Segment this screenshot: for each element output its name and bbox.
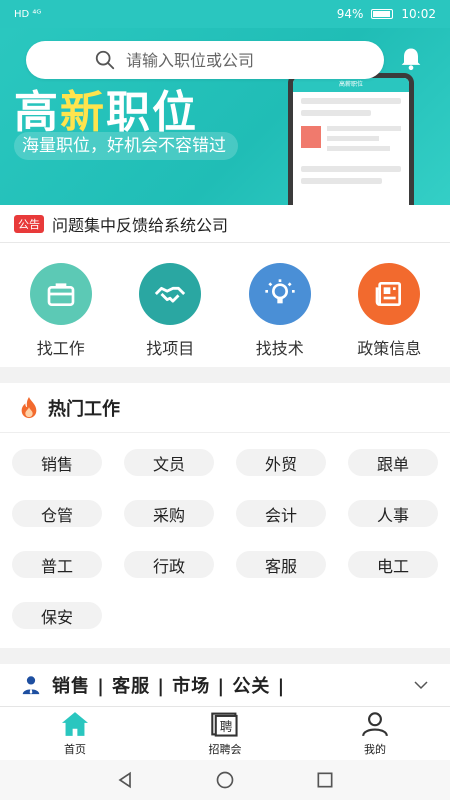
- bottom-nav: 首页 聘 招聘会 我的: [0, 706, 450, 760]
- job-tag[interactable]: 普工: [12, 551, 102, 578]
- newspaper-icon: [358, 263, 421, 325]
- bell-icon[interactable]: [397, 45, 425, 73]
- status-bar: HD ⁴ᴳ 94% 10:02: [0, 0, 450, 28]
- job-tag[interactable]: 外贸: [236, 449, 326, 476]
- search-bar[interactable]: [26, 41, 384, 79]
- flame-icon: [21, 396, 37, 418]
- search-input[interactable]: [126, 50, 316, 70]
- job-tag[interactable]: 电工: [348, 551, 438, 578]
- category-grid: 找工作 找项目 找技术 政策信息: [0, 243, 450, 367]
- job-tag[interactable]: 仓管: [12, 500, 102, 527]
- job-tag[interactable]: 保安: [12, 602, 102, 629]
- nav-job-fair[interactable]: 聘 招聘会: [175, 707, 275, 760]
- job-tag[interactable]: 行政: [124, 551, 214, 578]
- nav-label: 首页: [64, 742, 86, 756]
- job-tag[interactable]: 人事: [348, 500, 438, 527]
- job-tag[interactable]: 客服: [236, 551, 326, 578]
- battery-percent: 94%: [336, 7, 364, 21]
- job-category-filter[interactable]: 销售 | 客服 | 市场 | 公关 |: [0, 664, 450, 706]
- lightbulb-icon: [248, 263, 311, 325]
- job-tag[interactable]: 会计: [236, 500, 326, 527]
- job-tag[interactable]: 跟单: [348, 449, 438, 476]
- category-policy-info[interactable]: 政策信息: [339, 263, 439, 367]
- category-find-tech[interactable]: 找技术: [230, 263, 330, 367]
- back-icon[interactable]: [115, 770, 135, 790]
- notice-bar[interactable]: 公告 问题集中反馈给系统公司: [0, 205, 450, 243]
- job-tag-grid: 销售 文员 外贸 跟单 仓管 采购 会计 人事 普工 行政 客服 电工 保安: [0, 433, 450, 629]
- category-label: 找项目: [146, 339, 195, 358]
- battery-icon: [371, 9, 394, 19]
- hot-jobs-section: 热门工作 销售 文员 外贸 跟单 仓管 采购 会计 人事 普工 行政 客服 电工…: [0, 383, 450, 648]
- nav-mine[interactable]: 我的: [325, 707, 425, 760]
- notice-text: 问题集中反馈给系统公司: [52, 215, 229, 235]
- nav-label: 招聘会: [208, 742, 242, 756]
- status-left: HD ⁴ᴳ: [14, 8, 42, 20]
- clock: 10:02: [401, 7, 436, 21]
- banner-phone-illustration: 高薪职位: [288, 73, 414, 205]
- category-find-project[interactable]: 找项目: [120, 263, 220, 367]
- banner-title: 高新职位: [14, 87, 198, 138]
- chevron-down-icon[interactable]: [412, 676, 430, 694]
- category-find-job[interactable]: 找工作: [11, 263, 111, 367]
- hot-jobs-title: 热门工作: [48, 398, 120, 420]
- job-tag[interactable]: 文员: [124, 449, 214, 476]
- home-icon: [62, 711, 88, 736]
- job-tag[interactable]: 采购: [124, 500, 214, 527]
- banner-subtitle: 海量职位，好机会不容错过: [14, 132, 238, 160]
- search-icon: [95, 50, 115, 70]
- handshake-icon: [139, 263, 202, 325]
- home-circle-icon[interactable]: [215, 770, 235, 790]
- system-nav-bar: [0, 760, 450, 800]
- category-label: 找工作: [36, 339, 85, 358]
- banner[interactable]: 高新职位 海量职位，好机会不容错过 高薪职位: [0, 0, 450, 205]
- recent-apps-icon[interactable]: [315, 770, 335, 790]
- person-icon: [22, 676, 40, 695]
- category-label: 找技术: [255, 339, 304, 358]
- user-icon: [362, 711, 388, 736]
- job-fair-icon: 聘: [211, 712, 238, 737]
- notice-badge: 公告: [14, 214, 44, 233]
- job-category-text: 销售 | 客服 | 市场 | 公关 |: [52, 676, 286, 697]
- svg-text:聘: 聘: [220, 718, 233, 733]
- briefcase-icon: [29, 263, 92, 325]
- hot-jobs-header: 热门工作: [0, 383, 450, 433]
- nav-home[interactable]: 首页: [25, 707, 125, 760]
- job-tag[interactable]: 销售: [12, 449, 102, 476]
- category-label: 政策信息: [357, 339, 422, 358]
- nav-label: 我的: [364, 742, 386, 756]
